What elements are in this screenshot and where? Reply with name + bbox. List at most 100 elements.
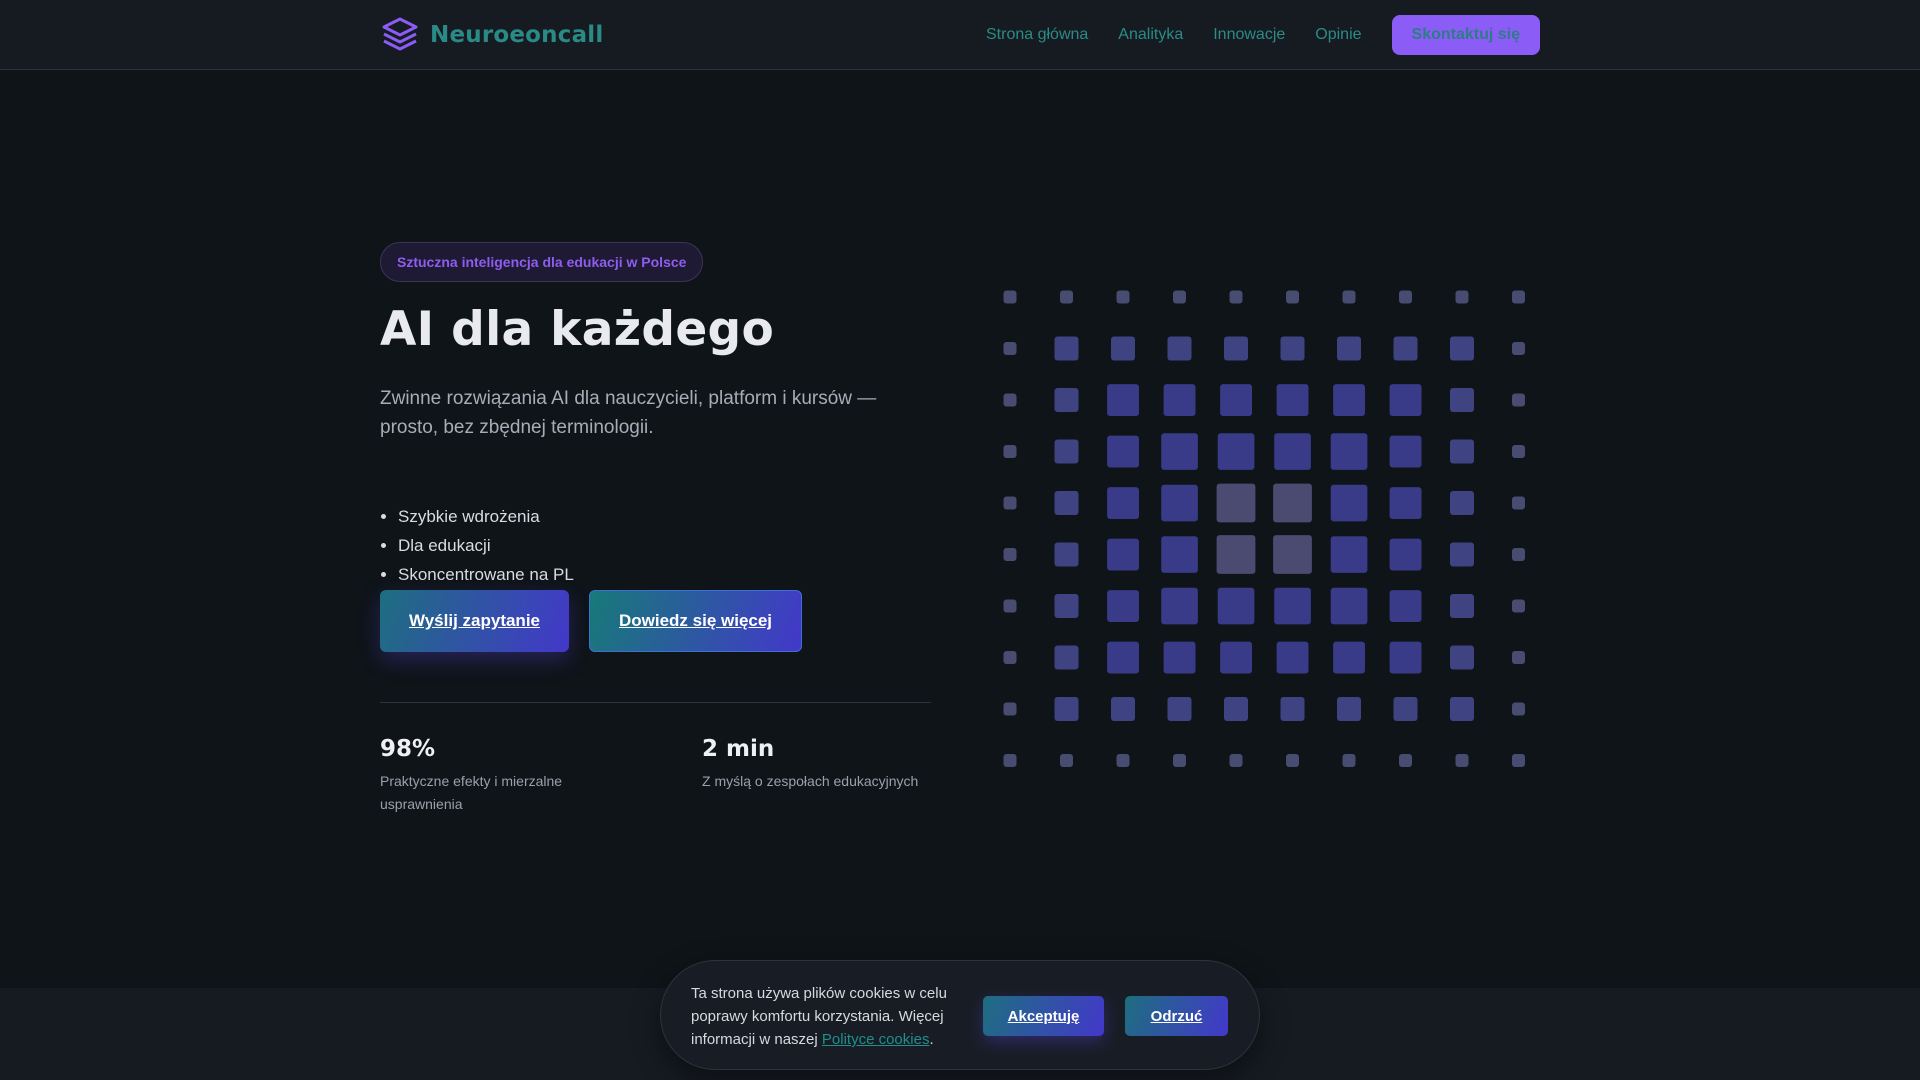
grid-square <box>1167 336 1192 361</box>
grid-square <box>1003 393 1017 407</box>
grid-square <box>1003 342 1017 355</box>
grid-square <box>1389 590 1422 622</box>
grid-square <box>1389 435 1422 468</box>
grid-square <box>1107 641 1139 674</box>
grid-square <box>1161 433 1198 470</box>
grid-square <box>1054 388 1079 412</box>
grid-square <box>1054 542 1079 567</box>
grid-square <box>1512 445 1525 458</box>
grid-square <box>1393 697 1418 721</box>
grid-square <box>1273 535 1312 574</box>
grid-square <box>1161 536 1198 573</box>
grid-square <box>1276 384 1309 416</box>
grid-square <box>1342 754 1356 767</box>
grid-square <box>1512 290 1525 304</box>
main-nav: Strona główna Analityka Innowacje Opinie… <box>986 15 1540 55</box>
grid-square <box>1512 599 1525 613</box>
grid-square <box>1273 483 1312 523</box>
stat-label: Z myślą o zespołach edukacyjnych <box>702 773 919 789</box>
grid-square <box>1450 542 1474 567</box>
grid-square <box>1003 754 1017 767</box>
grid-square <box>1455 754 1469 767</box>
grid-square <box>1003 599 1017 613</box>
grid-square <box>1224 336 1248 361</box>
grid-square <box>1163 384 1196 416</box>
accept-cookies-button[interactable]: Akceptuję <box>983 996 1104 1036</box>
stat-block: 98% Praktyczne efekty i mierzalne uspraw… <box>380 736 600 816</box>
cookie-text: Ta strona używa plików cookies w celu po… <box>691 982 961 1051</box>
grid-square <box>1330 484 1368 522</box>
grid-square <box>1280 697 1305 721</box>
feature-item: Dla edukacji <box>398 531 574 560</box>
grid-square <box>1054 491 1079 515</box>
grid-square <box>1337 697 1361 721</box>
grid-square <box>1107 538 1139 571</box>
grid-square <box>1389 641 1422 674</box>
stats-divider <box>380 702 931 703</box>
grid-square <box>1216 483 1256 523</box>
send-inquiry-button[interactable]: Wyślij zapytanie <box>380 590 569 652</box>
grid-square <box>1003 496 1017 510</box>
grid-square <box>1003 290 1017 304</box>
grid-square <box>1003 702 1017 716</box>
grid-square <box>1512 702 1525 716</box>
stat-value: 98% <box>380 736 436 762</box>
grid-square <box>1216 535 1256 574</box>
grid-square <box>1173 754 1186 767</box>
feature-list: Szybkie wdrożenia Dla edukacji Skoncentr… <box>398 502 574 589</box>
learn-more-button[interactable]: Dowiedz się więcej <box>589 590 802 652</box>
grid-square <box>1512 496 1525 510</box>
grid-square <box>1512 393 1525 407</box>
grid-square <box>1450 645 1474 670</box>
grid-square <box>1330 536 1368 573</box>
brand-name: Neuroeoncall <box>430 22 604 48</box>
grid-square <box>1229 754 1243 767</box>
grid-square <box>1054 336 1079 361</box>
grid-square <box>1389 538 1422 571</box>
grid-square <box>1333 384 1365 416</box>
grid-square <box>1330 433 1368 470</box>
grid-square <box>1163 641 1196 674</box>
cookie-banner: Ta strona używa plików cookies w celu po… <box>660 960 1260 1070</box>
grid-square <box>1054 439 1079 464</box>
top-navigation-bar: Neuroeoncall Strona główna Analityka Inn… <box>0 0 1920 70</box>
grid-square <box>1107 435 1139 468</box>
grid-square <box>1220 641 1252 674</box>
grid-square <box>1342 290 1356 304</box>
grid-square <box>1337 336 1361 361</box>
grid-square <box>1399 290 1412 304</box>
grid-square <box>1330 587 1368 625</box>
grid-square <box>1167 697 1192 721</box>
grid-square <box>1399 754 1412 767</box>
grid-square <box>1393 336 1418 361</box>
grid-square <box>1280 336 1305 361</box>
grid-square <box>1276 641 1309 674</box>
grid-square <box>1274 587 1311 625</box>
nav-item-home[interactable]: Strona główna <box>986 26 1088 44</box>
nav-item-innovations[interactable]: Innowacje <box>1213 26 1285 44</box>
reject-cookies-button[interactable]: Odrzuć <box>1125 996 1228 1036</box>
stat-label: Praktyczne efekty i mierzalne usprawnien… <box>380 773 563 812</box>
grid-square <box>1107 487 1139 519</box>
grid-square <box>1512 754 1525 767</box>
hero-badge: Sztuczna inteligencja dla edukacji w Pol… <box>380 242 704 282</box>
grid-square <box>1220 384 1252 416</box>
grid-square <box>1512 548 1525 561</box>
contact-button[interactable]: Skontaktuj się <box>1391 15 1540 55</box>
grid-square <box>1217 587 1255 625</box>
grid-square <box>1003 445 1017 458</box>
grid-square <box>1060 290 1073 304</box>
brand[interactable]: Neuroeoncall <box>380 14 603 56</box>
grid-square <box>1107 590 1139 622</box>
grid-square <box>1286 290 1299 304</box>
grid-square <box>1224 697 1248 721</box>
nav-item-reviews[interactable]: Opinie <box>1315 26 1361 44</box>
grid-square <box>1111 697 1135 721</box>
nav-item-analytics[interactable]: Analityka <box>1118 26 1183 44</box>
cookie-policy-link[interactable]: Polityce cookies <box>822 1031 930 1048</box>
layers-icon <box>382 17 418 51</box>
grid-square <box>1107 384 1139 416</box>
grid-square <box>1389 487 1422 519</box>
feature-item: Skoncentrowane na PL <box>398 560 574 589</box>
grid-square <box>1512 651 1525 664</box>
